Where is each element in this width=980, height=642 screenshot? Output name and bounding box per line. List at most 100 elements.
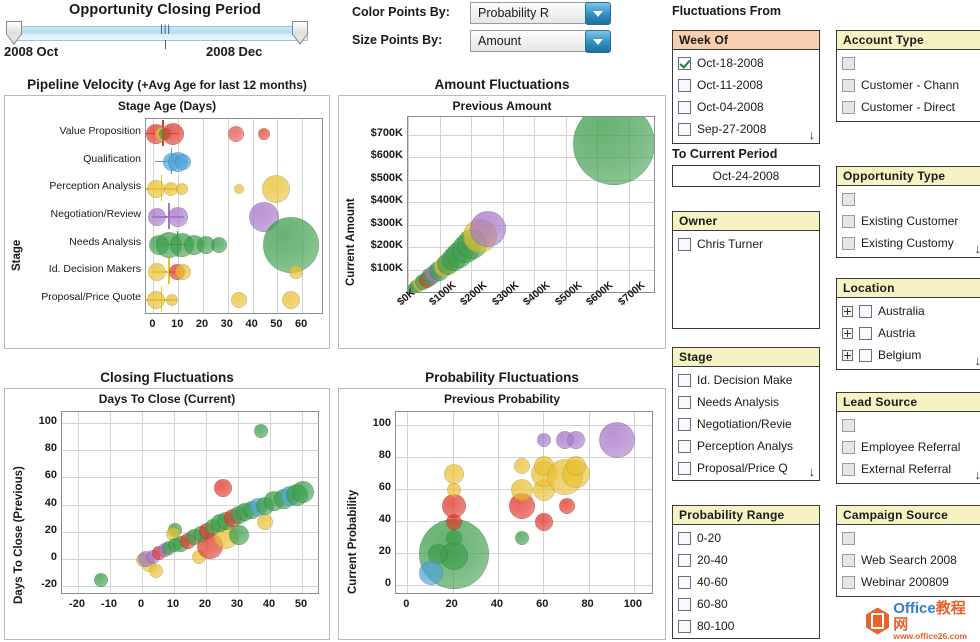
checkbox-icon[interactable]: [842, 56, 855, 70]
filter-item[interactable]: Customer - Chann: [837, 74, 980, 96]
plot-area[interactable]: [395, 411, 653, 594]
checkbox-icon[interactable]: [678, 122, 691, 136]
filter-item-label: Web Search 2008: [861, 553, 957, 567]
filter-item[interactable]: Existing Customer: [837, 210, 980, 232]
expand-plus-icon[interactable]: [842, 327, 853, 339]
filter-item[interactable]: [837, 414, 980, 436]
data-bubble: [443, 463, 464, 484]
filter-item[interactable]: Austria: [837, 322, 980, 344]
checkbox-icon[interactable]: [842, 531, 855, 545]
checkbox-icon[interactable]: [842, 575, 855, 589]
chart-title: Pipeline Velocity (+Avg Age for last 12 …: [4, 77, 330, 92]
filter-item[interactable]: Oct-11-2008: [673, 74, 819, 96]
checkbox-icon[interactable]: [859, 348, 872, 362]
chevron-down-icon[interactable]: [585, 30, 611, 53]
checkbox-icon[interactable]: [678, 417, 691, 431]
checkbox-icon[interactable]: [842, 553, 855, 567]
filter-item[interactable]: Perception Analys: [673, 435, 819, 457]
filter-item[interactable]: Needs Analysis: [673, 391, 819, 413]
checkbox-icon[interactable]: [678, 395, 691, 409]
checkbox-icon[interactable]: [678, 78, 691, 92]
checkbox-icon[interactable]: [842, 214, 855, 228]
checkbox-icon[interactable]: [842, 78, 855, 92]
checkbox-icon[interactable]: [678, 237, 691, 251]
filter-item[interactable]: Sep-27-2008: [673, 118, 819, 140]
checkbox-icon[interactable]: [842, 418, 855, 432]
checkbox-icon[interactable]: [842, 100, 855, 114]
color-points-by-value: Probability R: [478, 6, 549, 20]
checkbox-icon[interactable]: [842, 192, 855, 206]
data-bubble: [513, 457, 530, 474]
checkbox-icon[interactable]: [859, 326, 872, 340]
filter-panel-stage[interactable]: Stage Id. Decision Make Needs Analysis Nego…: [672, 347, 820, 481]
checkbox-icon[interactable]: [678, 100, 691, 114]
filter-item[interactable]: Negotiation/Revie: [673, 413, 819, 435]
filter-panel-probability-range[interactable]: Probability Range 0-20 20-40 40-60 60-80 80-1…: [672, 505, 820, 639]
filter-panel-week-of[interactable]: Week Of Oct-18-2008 Oct-11-2008 Oct-04-2008…: [672, 30, 820, 144]
filter-item[interactable]: Oct-18-2008: [673, 52, 819, 74]
expand-plus-icon[interactable]: [842, 349, 853, 361]
plot-area[interactable]: [407, 116, 655, 293]
checkbox-icon[interactable]: [678, 439, 691, 453]
checkbox-icon[interactable]: [678, 531, 691, 545]
checkbox-icon[interactable]: [678, 56, 691, 70]
chevron-down-icon[interactable]: [585, 2, 611, 25]
slider-handle-left[interactable]: [6, 21, 22, 45]
plot-area[interactable]: [61, 411, 319, 594]
filter-item[interactable]: Webinar 200809: [837, 571, 980, 593]
filter-item[interactable]: 40-60: [673, 571, 819, 593]
scroll-down-arrow-icon[interactable]: ↓: [809, 465, 816, 478]
filter-item[interactable]: 60-80: [673, 593, 819, 615]
checkbox-icon[interactable]: [678, 619, 691, 633]
filter-panel-lead-source[interactable]: Lead Source Employee Referral External Ref…: [836, 392, 980, 484]
opportunity-closing-period-slider[interactable]: Opportunity Closing Period ||| 2008 Oct …: [0, 0, 330, 62]
scroll-down-arrow-icon[interactable]: ↓: [975, 354, 980, 367]
gridline-vertical: [497, 412, 499, 593]
slider-handle-right[interactable]: [292, 21, 308, 45]
filter-item[interactable]: Existing Customy: [837, 232, 980, 254]
data-bubble: [214, 478, 232, 497]
filter-panel-body: 0-20 20-40 40-60 60-80 80-100: [673, 525, 819, 641]
filter-item[interactable]: Oct-04-2008: [673, 96, 819, 118]
filter-panel-location[interactable]: Location Australia Austria Belgium ↓: [836, 278, 980, 370]
filter-item[interactable]: Proposal/Price Q: [673, 457, 819, 479]
filter-item[interactable]: Id. Decision Make: [673, 369, 819, 391]
filter-item[interactable]: Belgium: [837, 344, 980, 366]
plot-area[interactable]: [145, 118, 323, 314]
checkbox-icon[interactable]: [842, 236, 855, 250]
filter-panel-account-type[interactable]: Account Type Customer - Chann Customer - D…: [836, 30, 980, 122]
checkbox-icon[interactable]: [678, 553, 691, 567]
gridline-horizontal: [408, 202, 654, 204]
gridline-vertical: [565, 117, 567, 292]
filter-item[interactable]: 20-40: [673, 549, 819, 571]
checkbox-icon[interactable]: [678, 461, 691, 475]
scroll-down-arrow-icon[interactable]: ↓: [975, 242, 980, 255]
filter-item[interactable]: Australia: [837, 300, 980, 322]
filter-item[interactable]: [837, 188, 980, 210]
filter-item[interactable]: 80-100: [673, 615, 819, 637]
filter-item[interactable]: [837, 52, 980, 74]
checkbox-icon[interactable]: [859, 304, 872, 318]
checkbox-icon[interactable]: [678, 373, 691, 387]
y-category-label: Proposal/Price Quote: [41, 291, 141, 304]
scroll-down-arrow-icon[interactable]: ↓: [809, 128, 816, 141]
filter-panel-opportunity-type[interactable]: Opportunity Type Existing Customer Existin…: [836, 166, 980, 258]
filter-panel-campaign-source[interactable]: Campaign Source Web Search 2008 Webinar 20…: [836, 505, 980, 597]
filter-item-label: Negotiation/Revie: [697, 417, 792, 431]
checkbox-icon[interactable]: [842, 440, 855, 454]
expand-plus-icon[interactable]: [842, 305, 853, 317]
checkbox-icon[interactable]: [842, 462, 855, 476]
filter-item[interactable]: 0-20: [673, 527, 819, 549]
filter-item[interactable]: External Referral: [837, 458, 980, 480]
scroll-down-arrow-icon[interactable]: ↓: [975, 468, 980, 481]
color-points-by-select[interactable]: Probability R: [470, 2, 611, 25]
filter-item[interactable]: Customer - Direct: [837, 96, 980, 118]
checkbox-icon[interactable]: [678, 597, 691, 611]
filter-item[interactable]: Employee Referral: [837, 436, 980, 458]
filter-item[interactable]: Chris Turner: [673, 233, 819, 255]
size-points-by-select[interactable]: Amount: [470, 30, 611, 53]
filter-item[interactable]: Web Search 2008: [837, 549, 980, 571]
checkbox-icon[interactable]: [678, 575, 691, 589]
filter-panel-owner[interactable]: Owner Chris Turner: [672, 211, 820, 329]
filter-item[interactable]: [837, 527, 980, 549]
